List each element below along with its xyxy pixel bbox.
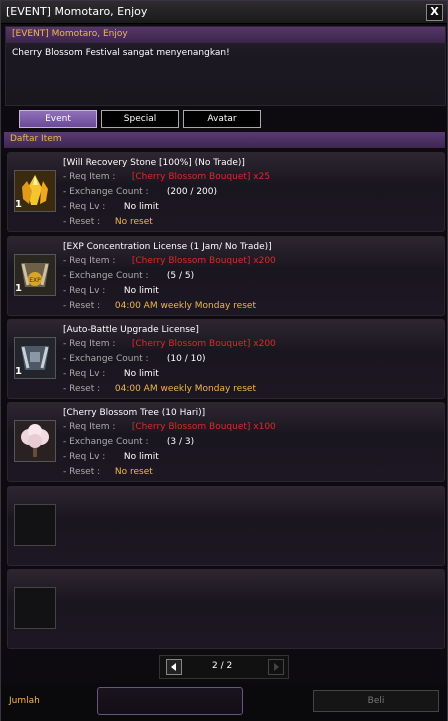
list-item[interactable]: 1 [Auto-Battle Upgrade License] - Req It… <box>7 319 445 399</box>
req-lv-label: - Req Lv : <box>63 286 106 296</box>
empty-icon-slot <box>14 504 56 546</box>
item-name: [Cherry Blossom Tree (10 Hari)] <box>63 408 206 418</box>
page-indicator: 2 / 2 <box>212 661 233 671</box>
req-lv-row: - Req Lv : No limit <box>63 452 159 462</box>
reset-label: - Reset : <box>63 384 101 394</box>
tab-event[interactable]: Event <box>19 110 97 128</box>
item-name: [Will Recovery Stone [100%] (No Trade)] <box>63 158 245 168</box>
npc-dialog: [EVENT] Momotaro, Enjoy Cherry Blossom F… <box>5 26 446 106</box>
item-name: [EXP Concentration License (1 Jam/ No Tr… <box>63 242 272 252</box>
reset-value: No reset <box>114 217 153 227</box>
tab-avatar[interactable]: Avatar <box>183 110 261 128</box>
req-item-label: - Req Item : <box>63 256 116 266</box>
exchange-count-value: (200 / 200) <box>166 187 218 197</box>
reset-row: - Reset : 04:00 AM weekly Monday reset <box>63 384 256 394</box>
req-lv-label: - Req Lv : <box>63 202 106 212</box>
req-lv-row: - Req Lv : No limit <box>63 369 159 379</box>
req-item-value: [Cherry Blossom Bouquet] x200 <box>131 256 276 266</box>
req-item-row: - Req Item : [Cherry Blossom Bouquet] x2… <box>63 256 276 266</box>
req-lv-row: - Req Lv : No limit <box>63 202 159 212</box>
exchange-count-row: - Exchange Count : (5 / 5) <box>63 271 194 281</box>
exchange-count-value: (10 / 10) <box>166 354 206 364</box>
prev-page-button[interactable] <box>166 659 182 675</box>
shop-window: [EVENT] Momotaro, Enjoy X [EVENT] Momota… <box>0 0 448 721</box>
exchange-count-value: (3 / 3) <box>166 437 195 447</box>
reset-label: - Reset : <box>63 217 101 227</box>
exchange-count-label: - Exchange Count : <box>63 437 149 447</box>
exchange-count-label: - Exchange Count : <box>63 354 149 364</box>
reset-row: - Reset : No reset <box>63 467 153 477</box>
req-item-label: - Req Item : <box>63 422 116 432</box>
reset-value: 04:00 AM weekly Monday reset <box>114 384 256 394</box>
exchange-count-row: - Exchange Count : (10 / 10) <box>63 354 206 364</box>
req-item-row: - Req Item : [Cherry Blossom Bouquet] x2… <box>63 172 270 182</box>
req-lv-value: No limit <box>123 369 159 379</box>
arrow-right-icon <box>274 663 279 671</box>
npc-name: [EVENT] Momotaro, Enjoy <box>12 29 128 39</box>
req-item-label: - Req Item : <box>63 172 116 182</box>
reset-value: No reset <box>114 467 153 477</box>
req-item-row: - Req Item : [Cherry Blossom Bouquet] x1… <box>63 422 276 432</box>
req-item-row: - Req Item : [Cherry Blossom Bouquet] x2… <box>63 339 276 349</box>
reset-label: - Reset : <box>63 467 101 477</box>
section-header: Daftar Item <box>4 132 445 148</box>
empty-list-item <box>7 569 445 649</box>
purchase-bar: Jumlah Beli <box>1 683 447 721</box>
req-item-label: - Req Item : <box>63 339 116 349</box>
npc-name-bar: [EVENT] Momotaro, Enjoy <box>6 27 445 43</box>
item-quantity: 1 <box>15 283 22 294</box>
npc-message: Cherry Blossom Festival sangat menyenang… <box>12 48 230 58</box>
window-title: [EVENT] Momotaro, Enjoy <box>6 5 148 18</box>
item-name: [Auto-Battle Upgrade License] <box>63 325 199 335</box>
req-lv-label: - Req Lv : <box>63 369 106 379</box>
req-lv-value: No limit <box>123 452 159 462</box>
empty-icon-slot <box>14 587 56 629</box>
reset-row: - Reset : 04:00 AM weekly Monday reset <box>63 301 256 311</box>
exchange-count-label: - Exchange Count : <box>63 187 149 197</box>
quantity-label: Jumlah <box>9 696 40 706</box>
svg-text:EXP: EXP <box>29 277 41 284</box>
exchange-count-label: - Exchange Count : <box>63 271 149 281</box>
quantity-field[interactable] <box>97 687 243 715</box>
req-lv-value: No limit <box>123 286 159 296</box>
reset-row: - Reset : No reset <box>63 217 153 227</box>
cherry-tree-icon <box>15 421 55 461</box>
list-item[interactable]: EXP 1 [EXP Concentration License (1 Jam/… <box>7 236 445 316</box>
req-item-value: [Cherry Blossom Bouquet] x25 <box>131 172 271 182</box>
pagination: 2 / 2 <box>159 655 289 679</box>
empty-list-item <box>7 486 445 566</box>
req-item-value: [Cherry Blossom Bouquet] x100 <box>131 422 276 432</box>
tab-special[interactable]: Special <box>101 110 179 128</box>
req-lv-value: No limit <box>123 202 159 212</box>
item-icon-slot[interactable] <box>14 420 56 462</box>
item-quantity: 1 <box>15 199 22 210</box>
req-lv-label: - Req Lv : <box>63 452 106 462</box>
close-button[interactable]: X <box>426 4 443 21</box>
exchange-count-row: - Exchange Count : (3 / 3) <box>63 437 194 447</box>
reset-value: 04:00 AM weekly Monday reset <box>114 301 256 311</box>
buy-button[interactable]: Beli <box>313 690 439 712</box>
section-title: Daftar Item <box>10 134 62 144</box>
title-bar[interactable]: [EVENT] Momotaro, Enjoy X <box>1 1 447 24</box>
item-quantity: 1 <box>15 366 22 377</box>
list-item[interactable]: 1 [Will Recovery Stone [100%] (No Trade)… <box>7 152 445 232</box>
exchange-count-value: (5 / 5) <box>166 271 195 281</box>
arrow-left-icon <box>171 663 176 671</box>
next-page-button[interactable] <box>268 659 284 675</box>
reset-label: - Reset : <box>63 301 101 311</box>
list-item[interactable]: [Cherry Blossom Tree (10 Hari)] - Req It… <box>7 402 445 482</box>
exchange-count-row: - Exchange Count : (200 / 200) <box>63 187 217 197</box>
req-item-value: [Cherry Blossom Bouquet] x200 <box>131 339 276 349</box>
req-lv-row: - Req Lv : No limit <box>63 286 159 296</box>
